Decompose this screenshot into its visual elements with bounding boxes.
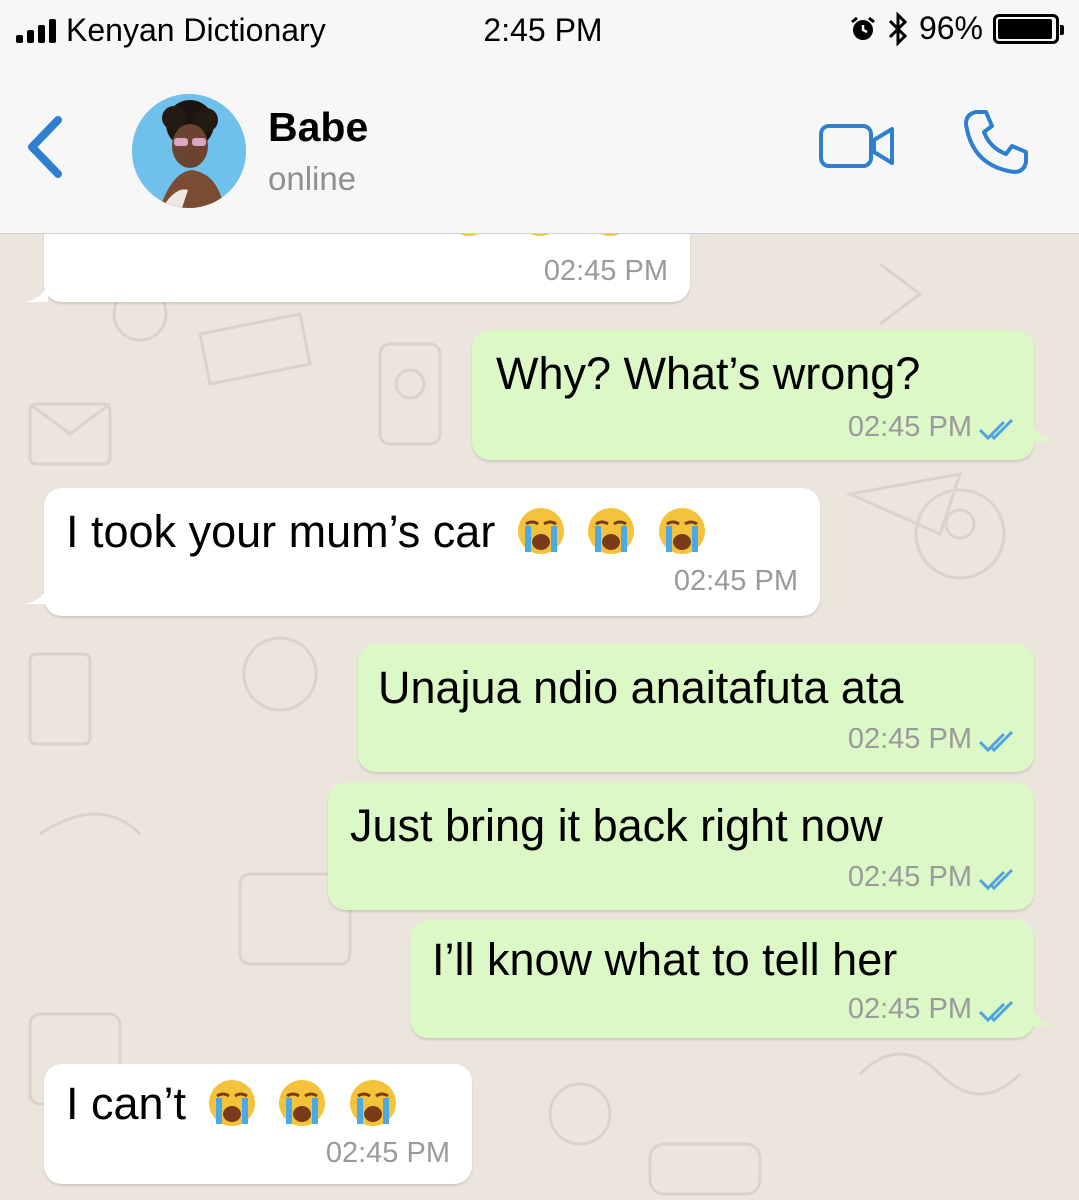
message-text: I can’t xyxy=(66,1078,187,1129)
bubble-tail xyxy=(1032,1004,1056,1026)
message-text: I took your mum’s car xyxy=(66,506,496,557)
read-ticks-icon xyxy=(978,730,1014,753)
status-bar: Kenyan Dictionary 2:45 PM 96% xyxy=(0,0,1079,62)
bubble-tail xyxy=(1032,420,1056,442)
read-ticks-icon xyxy=(978,418,1014,441)
message-time: 02:45 PM xyxy=(325,1137,450,1169)
message-time: 02:45 PM xyxy=(673,565,798,597)
message-row: I can’t xyxy=(66,1078,398,1132)
message-emoji-row xyxy=(436,234,635,242)
read-ticks-icon xyxy=(978,868,1014,891)
message-time: 02:45 PM xyxy=(847,993,972,1025)
contact-name[interactable]: Babe xyxy=(268,104,368,151)
chat-header: Babe online xyxy=(0,62,1079,234)
message-outgoing[interactable]: Unajua ndio anaitafuta ata 02:45 PM xyxy=(358,644,1034,772)
message-incoming[interactable]: I took your mum’s car 02:45 PM xyxy=(44,488,820,616)
battery-fill xyxy=(998,18,1052,39)
read-ticks-icon xyxy=(978,1000,1014,1023)
video-call-icon[interactable] xyxy=(818,120,896,172)
bluetooth-icon xyxy=(888,11,908,46)
message-time: 02:45 PM xyxy=(847,861,972,893)
crying-face-icon xyxy=(523,234,556,237)
bubble-tail xyxy=(24,582,48,604)
message-outgoing[interactable]: Why? What’s wrong? 02:45 PM xyxy=(472,330,1034,460)
message-outgoing[interactable]: Just bring it back right now 02:45 PM xyxy=(328,782,1034,910)
message-text: Why? What’s wrong? xyxy=(496,348,921,399)
message-text: I’ll know what to tell her xyxy=(432,934,898,985)
crying-face-icon xyxy=(208,1080,255,1127)
message-text: Just bring it back right now xyxy=(350,800,883,851)
back-chevron-icon[interactable] xyxy=(22,114,72,180)
message-incoming[interactable]: I can’t 02:45 PM xyxy=(44,1064,472,1184)
message-row: I took your mum’s car xyxy=(66,506,707,560)
message-incoming[interactable]: 02:45 PM xyxy=(44,234,690,302)
status-right: 96% xyxy=(849,10,1064,47)
message-time: 02:45 PM xyxy=(543,255,668,287)
avatar[interactable] xyxy=(132,94,246,208)
crying-face-icon xyxy=(658,508,705,555)
bubble-tail xyxy=(24,280,48,302)
alarm-icon xyxy=(851,16,875,40)
message-text: Unajua ndio anaitafuta ata xyxy=(378,662,904,713)
message-time: 02:45 PM xyxy=(847,723,972,755)
crying-face-icon xyxy=(453,234,485,237)
crying-face-icon xyxy=(279,1080,326,1127)
crying-face-icon xyxy=(517,508,564,555)
battery-icon xyxy=(993,13,1064,44)
chat-area[interactable]: 02:45 PM Why? What’s wrong? 02:45 PM I t… xyxy=(0,234,1079,1200)
phone-icon[interactable] xyxy=(962,108,1030,176)
contact-status: online xyxy=(268,160,357,197)
crying-face-icon xyxy=(594,234,627,237)
battery-percent: 96% xyxy=(918,10,983,46)
message-time: 02:45 PM xyxy=(847,411,972,443)
crying-face-icon xyxy=(588,508,635,555)
message-outgoing[interactable]: I’ll know what to tell her 02:45 PM xyxy=(410,920,1034,1038)
crying-face-icon xyxy=(349,1080,396,1127)
